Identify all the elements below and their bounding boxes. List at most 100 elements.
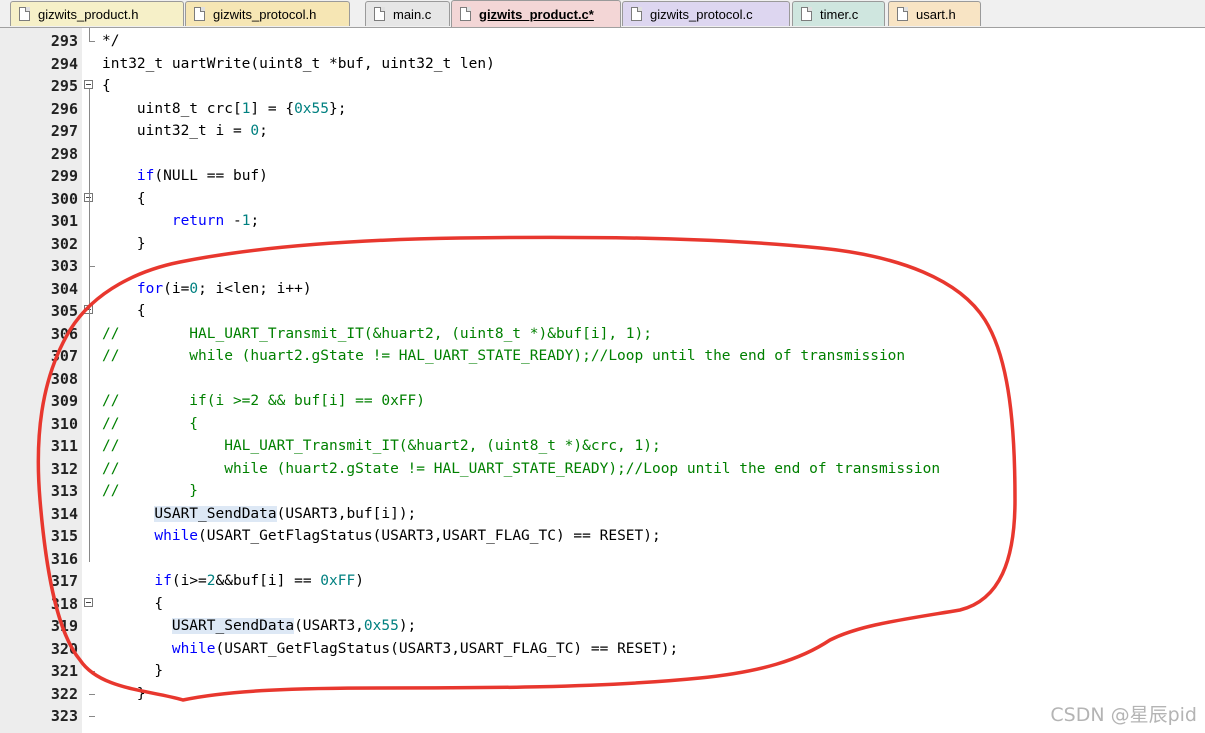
fold-guide: [89, 28, 90, 41]
code-text: }: [102, 685, 146, 702]
code-text: // {: [102, 415, 199, 432]
code-text: // }: [102, 483, 199, 499]
line-number: 298: [50, 144, 78, 163]
line-number: 309: [50, 392, 78, 410]
code-line[interactable]: 315 while(USART_GetFlagStatus(USART3,USA…: [0, 525, 1205, 548]
fold-toggle-icon[interactable]: [84, 80, 93, 89]
file-icon: [631, 7, 642, 21]
tab-label: gizwits_protocol.h: [213, 6, 317, 22]
code-text: {: [102, 190, 146, 207]
code-line[interactable]: 294 int32_t uartWrite(uint8_t *buf, uint3…: [0, 53, 1205, 76]
line-number: 312: [50, 459, 78, 478]
code-line[interactable]: 303: [0, 255, 1205, 278]
fold-toggle-icon[interactable]: [84, 597, 93, 607]
tab-label: main.c: [393, 6, 432, 22]
line-number: 306: [50, 324, 78, 343]
watermark: CSDN @星辰pid: [1050, 704, 1197, 726]
code-line[interactable]: 302 }: [0, 233, 1205, 256]
line-number: 294: [50, 54, 78, 73]
fold-end-marker: [89, 716, 95, 717]
code-line[interactable]: 314 USART_SendData(USART3,buf[i]);: [0, 503, 1205, 526]
file-icon: [194, 7, 205, 21]
line-number: 295: [50, 77, 78, 95]
code-line[interactable]: 310 // {: [0, 413, 1205, 436]
code-line[interactable]: 300 {: [0, 188, 1205, 211]
code-line[interactable]: 293 */: [0, 30, 1205, 53]
code-line[interactable]: 309 // if(i >=2 && buf[i] == 0xFF): [0, 390, 1205, 413]
tab-usart-h[interactable]: usart.h: [888, 1, 981, 26]
tab-label: gizwits_product.h: [38, 6, 139, 22]
tab-label: gizwits_protocol.c: [650, 6, 753, 22]
code-line[interactable]: 311 // HAL_UART_Transmit_IT(&huart2, (uin…: [0, 435, 1205, 458]
file-icon: [897, 7, 908, 21]
code-line[interactable]: 305 {: [0, 300, 1205, 323]
code-text: // while (huart2.gState != HAL_UART_STAT…: [102, 348, 906, 364]
line-number: 303: [50, 257, 78, 275]
code-line[interactable]: 301 return -1;: [0, 210, 1205, 233]
code-text: if(i>=2&&buf[i] == 0xFF): [154, 573, 364, 589]
fold-end-marker: [89, 671, 95, 672]
file-icon: [19, 7, 30, 21]
code-line[interactable]: 320 while(USART_GetFlagStatus(USART3,USA…: [0, 638, 1205, 661]
line-number: 301: [50, 212, 78, 230]
code-line[interactable]: 298: [0, 143, 1205, 166]
code-line[interactable]: 295 {: [0, 75, 1205, 98]
editor-tab-bar: gizwits_product.h gizwits_protocol.h main.…: [0, 0, 1205, 28]
code-text: */: [102, 33, 120, 49]
code-line[interactable]: 297 uint32_t i = 0;: [0, 120, 1205, 143]
fold-end-marker: [89, 41, 95, 42]
tab-gizwits-product-h[interactable]: gizwits_product.h: [10, 1, 184, 26]
code-text: uint8_t crc[1] = {0x55};: [102, 100, 347, 117]
line-number: 315: [50, 527, 78, 545]
code-text: uint32_t i = 0;: [102, 123, 268, 139]
tab-timer-c[interactable]: timer.c: [792, 1, 885, 26]
code-line[interactable]: 306 // HAL_UART_Transmit_IT(&huart2, (uin…: [0, 323, 1205, 346]
code-text: {: [102, 303, 146, 319]
code-line[interactable]: 322 }: [0, 683, 1205, 706]
line-number: 320: [50, 639, 78, 658]
line-number: 323: [50, 707, 78, 725]
code-line[interactable]: 312 // while (huart2.gState != HAL_UART_S…: [0, 458, 1205, 481]
line-number: 311: [50, 437, 78, 455]
line-number: 321: [50, 662, 78, 680]
tab-main-c[interactable]: main.c: [365, 1, 450, 26]
line-number: 319: [50, 617, 78, 635]
file-icon: [801, 7, 812, 21]
code-line[interactable]: 299 if(NULL == buf): [0, 165, 1205, 188]
line-number: 322: [50, 684, 78, 703]
line-number: 310: [50, 414, 78, 433]
code-text: }: [102, 663, 164, 679]
line-number: 297: [50, 122, 78, 140]
tab-gizwits-product-c-[interactable]: gizwits_product.c*: [451, 0, 621, 27]
line-number: 296: [50, 99, 78, 118]
line-number: 308: [50, 369, 78, 388]
code-text: // HAL_UART_Transmit_IT(&huart2, (uint8_…: [102, 325, 652, 342]
code-line[interactable]: 323: [0, 705, 1205, 728]
code-text: while(USART_GetFlagStatus(USART3,USART_F…: [154, 528, 661, 544]
code-line[interactable]: 316: [0, 548, 1205, 571]
code-text: while(USART_GetFlagStatus(USART3,USART_F…: [171, 640, 679, 657]
file-icon: [460, 7, 471, 21]
code-line[interactable]: 313 // }: [0, 480, 1205, 503]
code-text: for(i=0; i<len; i++): [136, 280, 312, 297]
line-number: 293: [50, 32, 78, 50]
code-line[interactable]: 308: [0, 368, 1205, 391]
code-line[interactable]: 307 // while (huart2.gState != HAL_UART_S…: [0, 345, 1205, 368]
code-line[interactable]: 296 uint8_t crc[1] = {0x55};: [0, 98, 1205, 121]
code-text: // HAL_UART_Transmit_IT(&huart2, (uint8_…: [102, 438, 661, 454]
line-number: 313: [50, 482, 78, 500]
code-text: USART_SendData(USART3,0x55);: [171, 618, 417, 634]
code-editor[interactable]: 293 */ 294 int32_t uartWrite(uint8_t *buf, …: [0, 28, 1205, 733]
code-text: {: [102, 595, 164, 612]
tab-gizwits-protocol-c[interactable]: gizwits_protocol.c: [622, 1, 790, 26]
file-icon: [374, 7, 385, 21]
tab-label: gizwits_product.c*: [479, 6, 594, 22]
code-line[interactable]: 317 if(i>=2&&buf[i] == 0xFF): [0, 570, 1205, 593]
line-number: 304: [50, 279, 78, 298]
code-line[interactable]: 304 for(i=0; i<len; i++): [0, 278, 1205, 301]
code-line[interactable]: 318 {: [0, 593, 1205, 616]
code-line[interactable]: 319 USART_SendData(USART3,0x55);: [0, 615, 1205, 638]
code-text: // while (huart2.gState != HAL_UART_STAT…: [102, 460, 941, 477]
code-line[interactable]: 321 }: [0, 660, 1205, 683]
tab-gizwits-protocol-h[interactable]: gizwits_protocol.h: [185, 1, 350, 26]
